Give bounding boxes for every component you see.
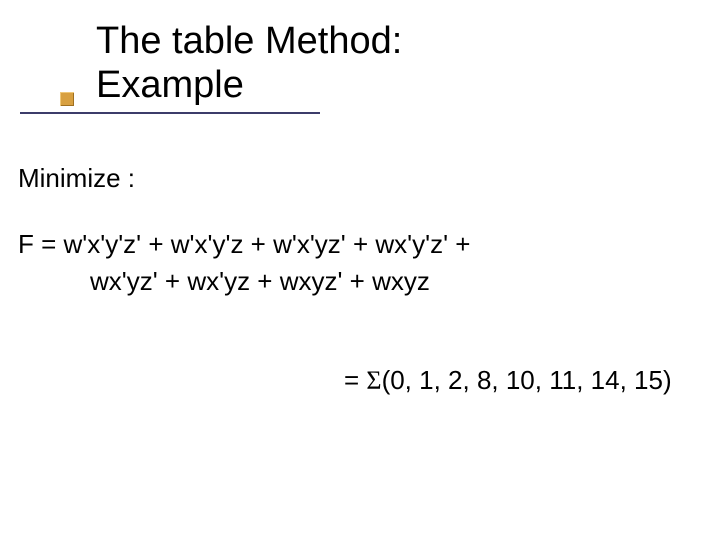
minimize-label: Minimize :: [18, 160, 702, 198]
title-bullet: [60, 92, 74, 106]
title-underline: [20, 112, 320, 114]
expression-line-1: F = w'x'y'z' + w'x'y'z + w'x'yz' + wx'y'…: [18, 226, 702, 264]
title-line-1: The table Method:: [96, 20, 402, 64]
title-line-2: Example: [96, 64, 402, 108]
sigma-symbol: Σ: [366, 366, 381, 395]
sigma-expression: = Σ(0, 1, 2, 8, 10, 11, 14, 15): [344, 365, 672, 396]
sigma-list: (0, 1, 2, 8, 10, 11, 14, 15): [382, 365, 672, 395]
slide: The table Method: Example Minimize : F =…: [0, 0, 720, 540]
slide-title: The table Method: Example: [96, 20, 402, 107]
expression-line-2: wx'yz' + wx'yz + wxyz' + wxyz: [18, 263, 702, 301]
slide-body: Minimize : F = w'x'y'z' + w'x'y'z + w'x'…: [18, 160, 702, 301]
sigma-prefix: =: [344, 365, 366, 395]
